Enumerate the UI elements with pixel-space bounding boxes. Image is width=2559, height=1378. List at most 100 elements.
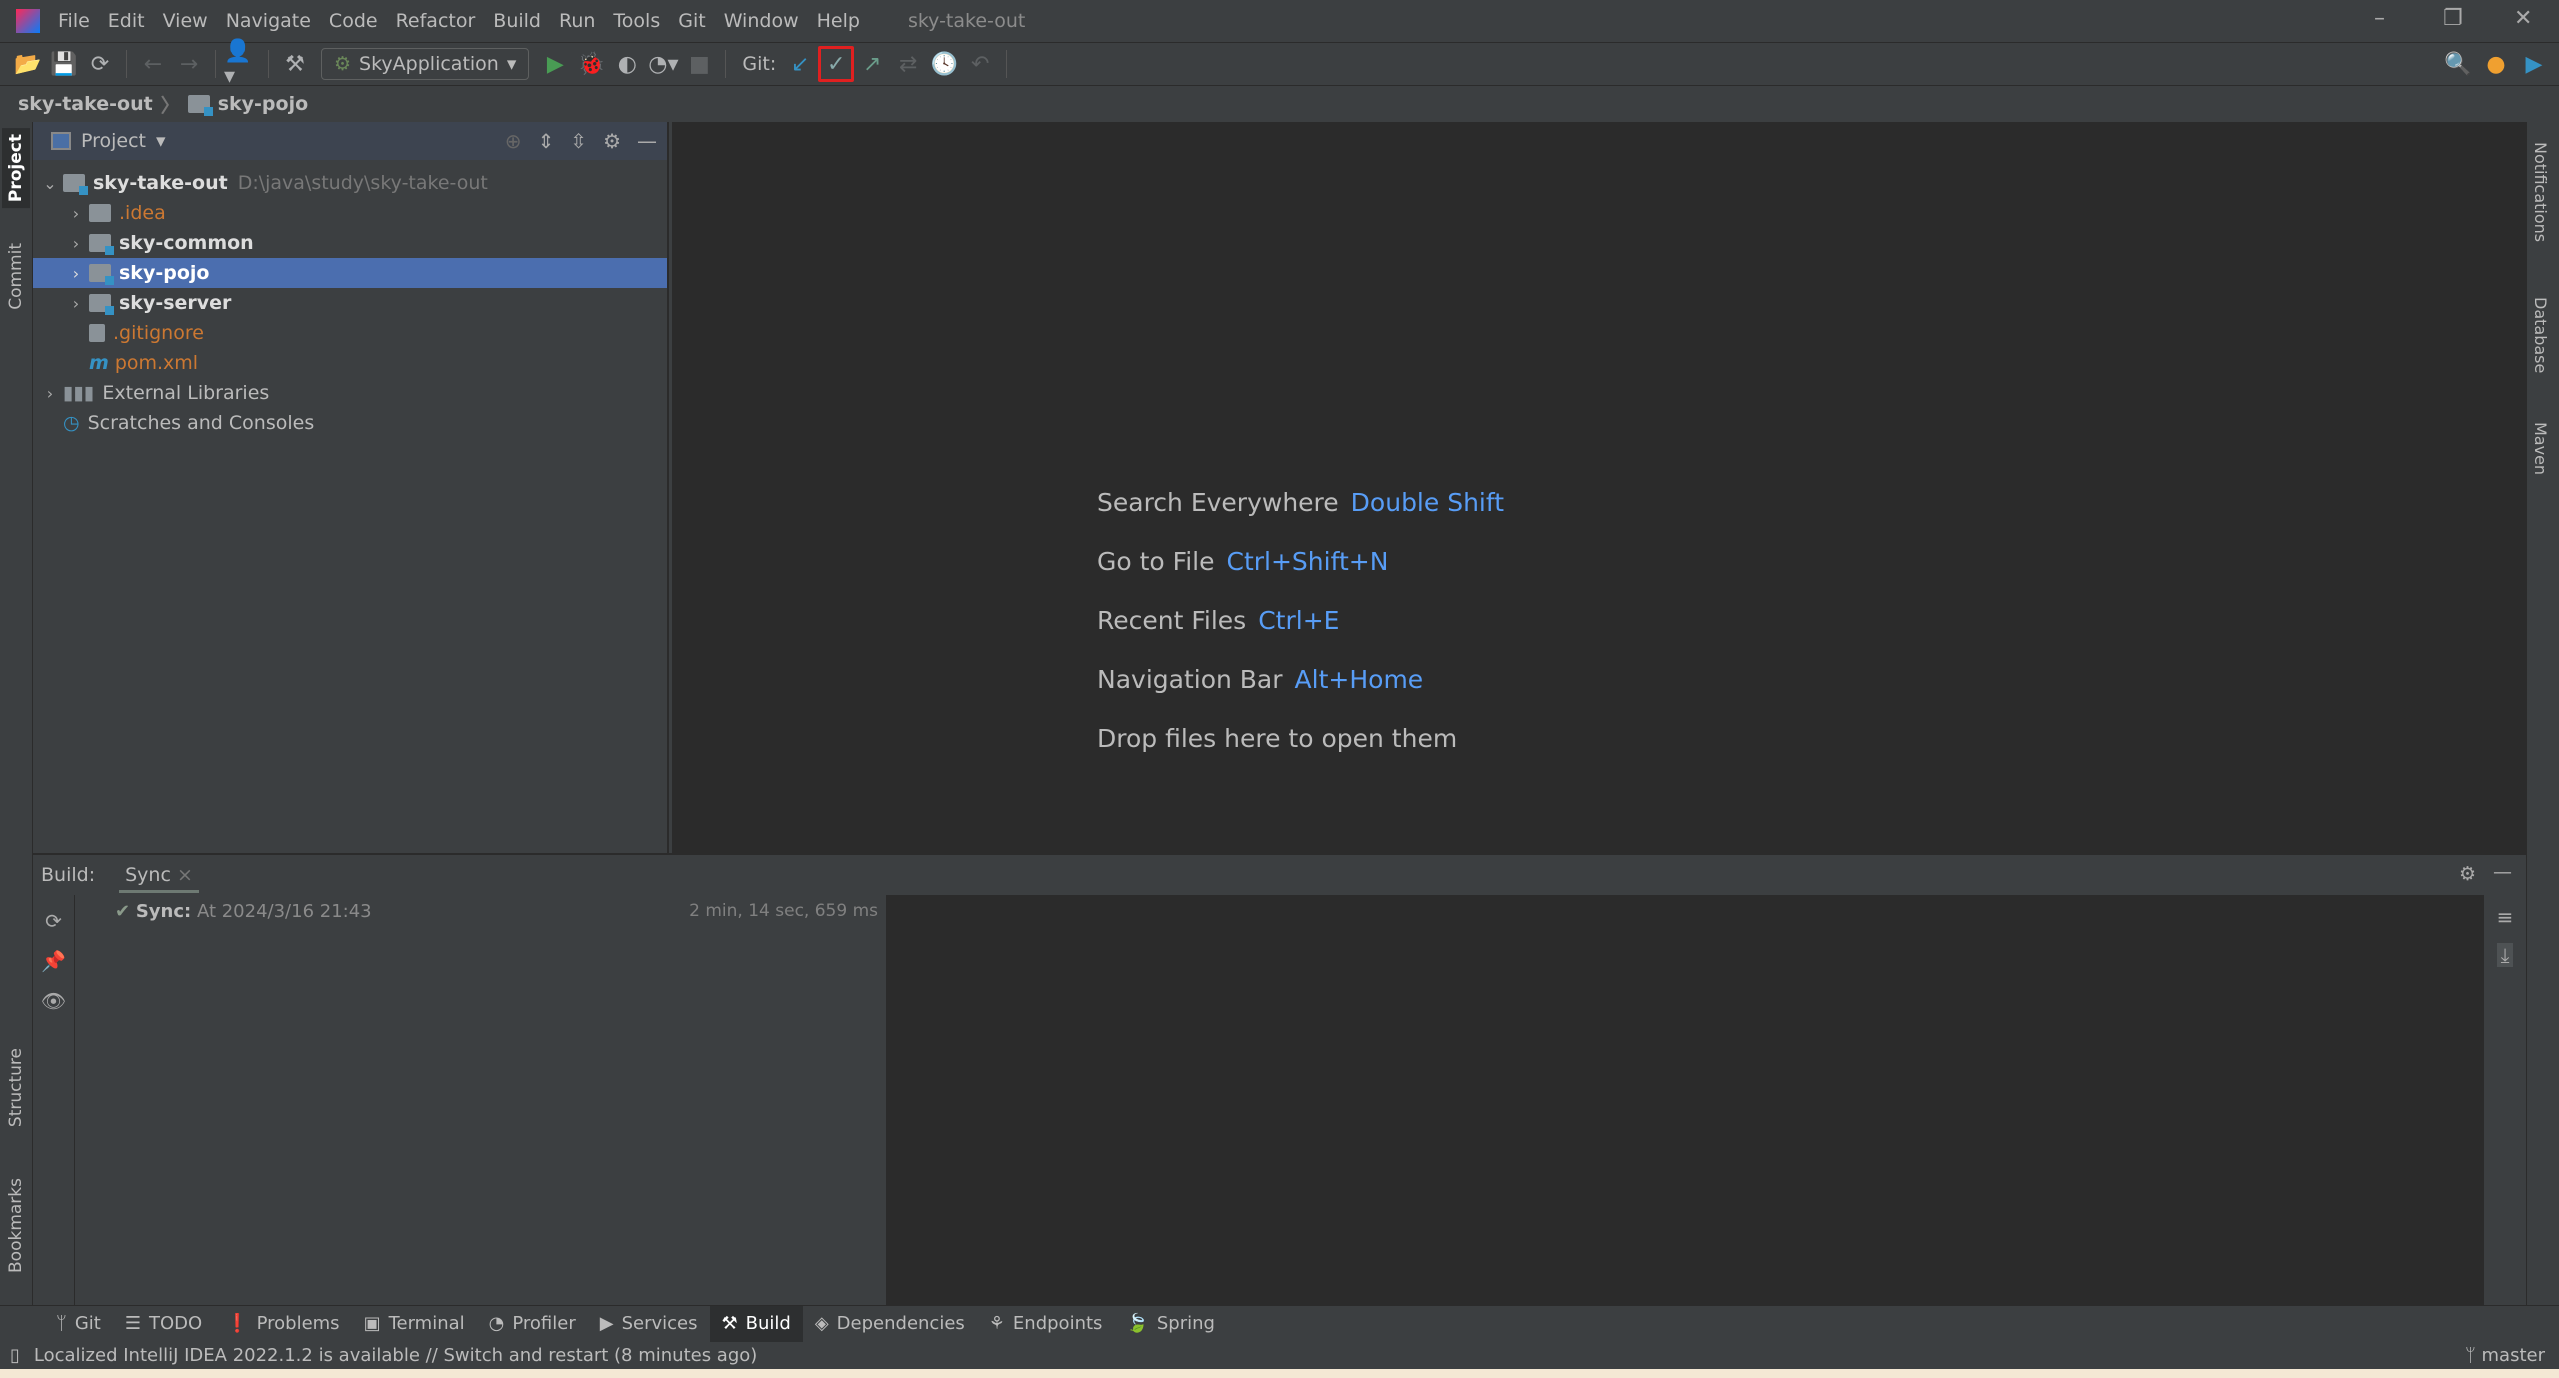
- menu-navigate[interactable]: Navigate: [226, 10, 311, 32]
- chevron-down-icon: ▾: [506, 53, 517, 75]
- restore-button[interactable]: ❐: [2443, 6, 2463, 31]
- sync-icon[interactable]: ⟳: [45, 909, 62, 933]
- sync-result-row[interactable]: ✔ Sync: At 2024/3/16 21:43: [115, 901, 372, 922]
- git-update-icon[interactable]: ↙: [782, 46, 818, 82]
- endpoints-icon: ⚘: [988, 1313, 1005, 1334]
- tool-tab-services[interactable]: ▶ Services: [588, 1306, 710, 1342]
- tool-tab-terminal[interactable]: ▣ Terminal: [352, 1306, 477, 1342]
- project-view-select[interactable]: Project: [81, 130, 146, 152]
- git-branch-icon: ᛘ: [56, 1313, 67, 1334]
- tree-item-gitignore[interactable]: .gitignore: [33, 318, 667, 348]
- tree-item-sky-common[interactable]: › sky-common: [33, 228, 667, 258]
- status-message[interactable]: Localized IntelliJ IDEA 2022.1.2 is avai…: [34, 1345, 757, 1366]
- structure-tool-tab[interactable]: Structure: [2, 1042, 30, 1133]
- soft-wrap-icon[interactable]: ≡: [2497, 905, 2514, 929]
- user-icon[interactable]: 👤▾: [224, 39, 260, 89]
- expand-all-icon[interactable]: ⇕: [538, 129, 555, 153]
- menu-build[interactable]: Build: [493, 10, 541, 32]
- hide-icon[interactable]: —: [637, 129, 657, 153]
- gear-icon[interactable]: ⚙: [603, 129, 621, 153]
- sync-duration: 2 min, 14 sec, 659 ms: [689, 901, 878, 921]
- menu-edit[interactable]: Edit: [108, 10, 145, 32]
- eye-icon[interactable]: 👁: [41, 989, 66, 1013]
- minimize-button[interactable]: –: [2374, 6, 2385, 31]
- chevron-right-icon[interactable]: ›: [63, 204, 89, 223]
- gear-icon[interactable]: ⚙: [2459, 863, 2476, 885]
- sync-icon[interactable]: ⟳: [82, 46, 118, 82]
- git-history-icon[interactable]: 🕓: [926, 46, 962, 82]
- close-tab-icon[interactable]: ×: [177, 864, 193, 886]
- save-icon[interactable]: 💾: [46, 46, 82, 82]
- tree-item-sky-server[interactable]: › sky-server: [33, 288, 667, 318]
- hide-icon[interactable]: —: [2493, 861, 2512, 883]
- coverage-icon[interactable]: ◐: [609, 46, 645, 82]
- tool-tab-git[interactable]: ᛘ Git: [44, 1306, 113, 1342]
- forward-icon[interactable]: →: [171, 46, 207, 82]
- tab-sync[interactable]: Sync ×: [119, 858, 199, 893]
- tree-external-libraries[interactable]: › ▮▮▮ External Libraries: [33, 378, 667, 408]
- chevron-right-icon[interactable]: ›: [63, 264, 89, 283]
- back-icon[interactable]: ←: [135, 46, 171, 82]
- console-actions: ≡ ⤓: [2484, 895, 2526, 967]
- menu-git[interactable]: Git: [678, 10, 705, 32]
- commit-tool-tab[interactable]: Commit: [2, 237, 30, 316]
- menu-file[interactable]: File: [58, 10, 90, 32]
- chevron-down-icon[interactable]: ⌄: [37, 174, 63, 193]
- tool-tab-build[interactable]: ⚒ Build: [709, 1305, 803, 1342]
- tree-root[interactable]: ⌄ sky-take-out D:\java\study\sky-take-ou…: [33, 168, 667, 198]
- git-push-icon[interactable]: ↗: [854, 46, 890, 82]
- search-icon[interactable]: 🔍: [2440, 46, 2476, 82]
- tool-tab-dependencies[interactable]: ◈ Dependencies: [803, 1306, 977, 1342]
- menu-refactor[interactable]: Refactor: [396, 10, 476, 32]
- stop-icon[interactable]: ■: [681, 46, 717, 82]
- tree-item-idea[interactable]: › .idea: [33, 198, 667, 228]
- debug-icon[interactable]: 🐞: [573, 46, 609, 82]
- tree-item-sky-pojo[interactable]: › sky-pojo: [33, 258, 667, 288]
- tree-item-pom[interactable]: m pom.xml: [33, 348, 667, 378]
- collapse-all-icon[interactable]: ⇳: [570, 129, 587, 153]
- git-rollback-icon[interactable]: ↶: [962, 46, 998, 82]
- hammer-build-icon[interactable]: ⚒: [277, 46, 313, 82]
- menu-tools[interactable]: Tools: [613, 10, 660, 32]
- chevron-down-icon[interactable]: ▾: [156, 130, 166, 152]
- breadcrumb-root[interactable]: sky-take-out: [18, 93, 153, 115]
- notifications-tool-tab[interactable]: Notifications: [2531, 142, 2550, 242]
- project-tool-tab[interactable]: Project: [2, 128, 30, 209]
- tool-tab-todo[interactable]: ☰ TODO: [113, 1306, 214, 1342]
- folder-icon: [89, 204, 111, 222]
- check-icon: ✔: [115, 901, 131, 922]
- tool-tab-spring[interactable]: 🍃 Spring: [1114, 1306, 1227, 1342]
- profile-icon[interactable]: ◔▾: [645, 46, 681, 82]
- update-icon[interactable]: ●: [2478, 46, 2514, 82]
- scroll-to-end-icon[interactable]: ⤓: [2496, 943, 2514, 967]
- chevron-right-icon[interactable]: ›: [63, 234, 89, 253]
- menu-code[interactable]: Code: [329, 10, 378, 32]
- open-folder-icon[interactable]: 📂: [10, 46, 46, 82]
- module-folder-icon: [89, 234, 114, 255]
- bookmarks-tool-tab[interactable]: Bookmarks: [2, 1172, 30, 1279]
- menu-run[interactable]: Run: [559, 10, 595, 32]
- menu-window[interactable]: Window: [724, 10, 799, 32]
- layout-toggle-icon[interactable]: ▯: [10, 1345, 20, 1366]
- menu-help[interactable]: Help: [817, 10, 860, 32]
- git-branch-widget[interactable]: ᛘ master: [2465, 1345, 2545, 1366]
- tool-tab-endpoints[interactable]: ⚘ Endpoints: [977, 1306, 1115, 1342]
- git-commit-icon[interactable]: ✓: [818, 46, 855, 82]
- list-icon: ☰: [124, 1313, 141, 1334]
- run-configuration-select[interactable]: ⚙ SkyApplication ▾: [321, 48, 530, 80]
- chevron-right-icon[interactable]: ›: [37, 384, 63, 403]
- git-compare-icon[interactable]: ⇄: [890, 46, 926, 82]
- pin-icon[interactable]: 📌: [41, 949, 66, 973]
- database-tool-tab[interactable]: Database: [2531, 297, 2550, 373]
- menu-view[interactable]: View: [163, 10, 208, 32]
- tool-tab-problems[interactable]: ❗ Problems: [214, 1306, 351, 1342]
- close-button[interactable]: ✕: [2514, 6, 2532, 31]
- tree-scratches[interactable]: ◷ Scratches and Consoles: [33, 408, 667, 438]
- run-icon[interactable]: ▶: [537, 46, 573, 82]
- maven-tool-tab[interactable]: Maven: [2531, 422, 2550, 475]
- tool-tab-profiler[interactable]: ◔ Profiler: [477, 1306, 588, 1342]
- locate-icon[interactable]: ⊕: [505, 129, 522, 153]
- breadcrumb-current[interactable]: sky-pojo: [218, 93, 308, 115]
- code-with-me-icon[interactable]: ▶: [2516, 46, 2552, 82]
- chevron-right-icon[interactable]: ›: [63, 294, 89, 313]
